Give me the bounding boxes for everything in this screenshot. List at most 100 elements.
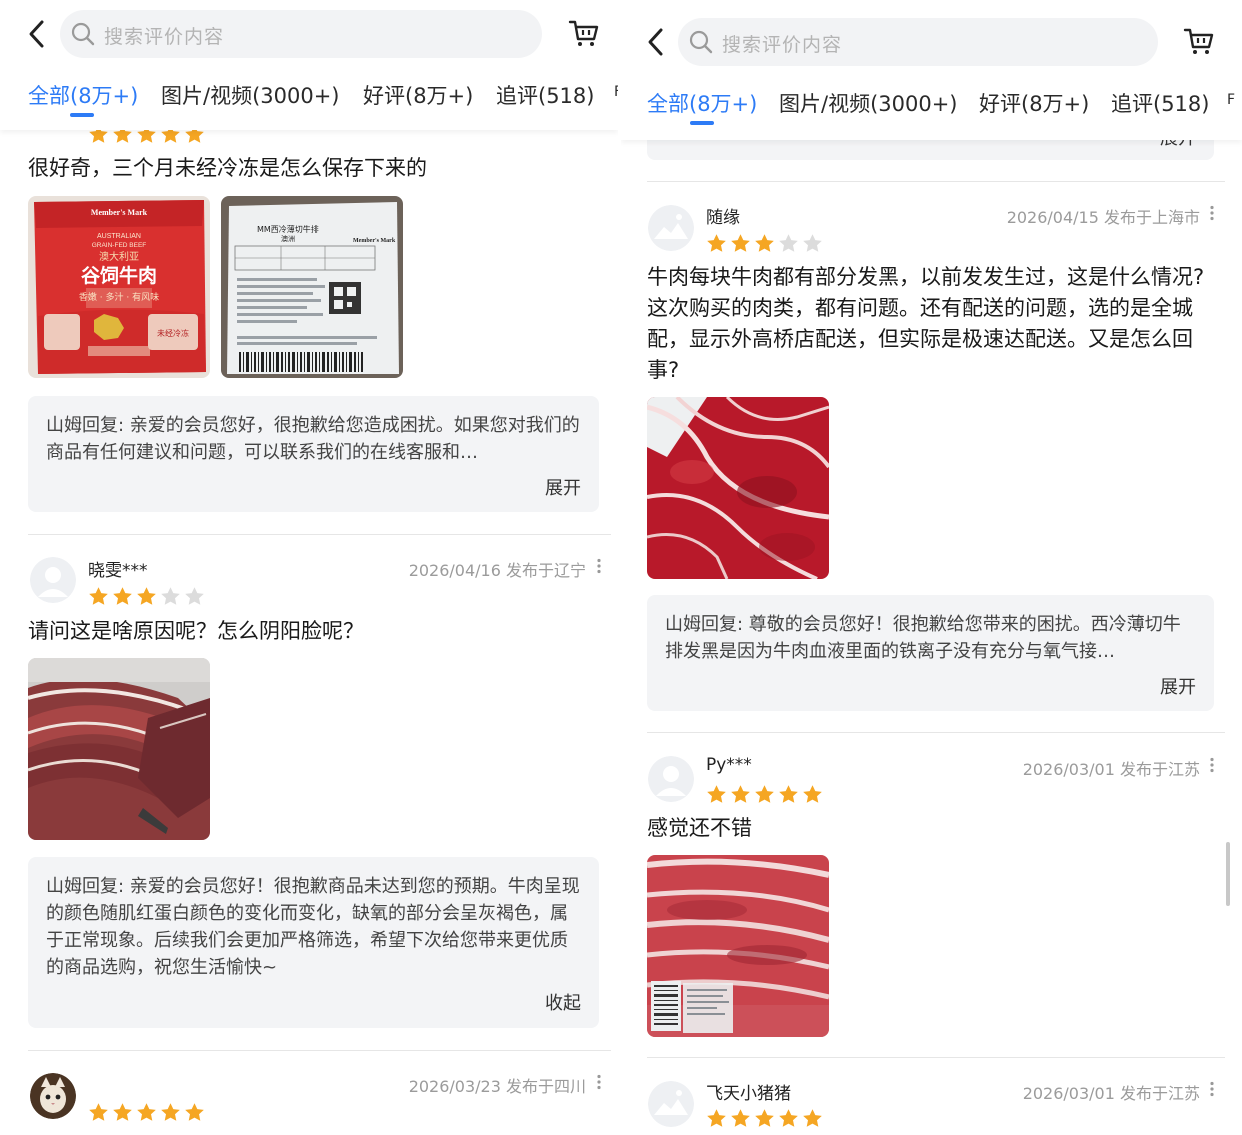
tab-truncated[interactable]: F [614, 84, 618, 100]
expand-reply-button[interactable]: 展开 [545, 474, 581, 500]
review-photo-meat[interactable] [647, 397, 829, 579]
review-photo-meat[interactable] [28, 658, 210, 840]
star-icon [137, 587, 156, 605]
left-screenshot: 搜索评价内容 全部(8万+) 图片/视频(3000+) 好评(8万+) 追评(5… [0, 0, 618, 1135]
reviewer-name: 晓雯*** [88, 561, 148, 581]
package-label-image: MM西冷薄切牛排 澳洲 Member's Mark [221, 196, 403, 378]
search-placeholder: 搜索评价内容 [722, 34, 843, 56]
review-text: 很好奇，三个月未经冷冻是怎么保存下来的 [28, 156, 427, 180]
package-brand: Member's Mark [91, 208, 148, 217]
reply-text: 山姆回复: 亲爱的会员您好！很抱歉商品未达到您的预期。牛肉呈现的颜色随肌红蛋白颜… [46, 876, 580, 978]
review-photo-package[interactable]: Member's Mark AUSTRALIAN GRAIN-FED BEEF … [28, 196, 210, 378]
avatar[interactable] [30, 1073, 76, 1119]
label-line: 澳洲 [281, 234, 295, 243]
tab-photos-videos[interactable]: 图片/视频(3000+) [161, 80, 340, 110]
tab-all[interactable]: 全部(8万+) [28, 80, 138, 110]
review-photo-label[interactable]: MM西冷薄切牛排 澳洲 Member's Mark [221, 196, 403, 378]
review-photo-meat[interactable] [647, 855, 829, 1037]
star-rating [88, 586, 205, 607]
beef-package-image: Member's Mark AUSTRALIAN GRAIN-FED BEEF … [28, 196, 210, 378]
review-header: 搜索评价内容 全部(8万+) 图片/视频(3000+) 好评(8万+) 追评(5… [621, 0, 1242, 140]
star-icon [185, 587, 204, 605]
package-line: 未经冷冻 [157, 328, 189, 338]
star-icon [161, 587, 180, 605]
reviewer-name: 飞天小猪猪 [706, 1084, 791, 1104]
reviewer-name: 随缘 [706, 208, 740, 228]
star-rating [706, 1108, 823, 1129]
cart-icon[interactable] [1183, 26, 1215, 56]
review-text: 感觉还不错 [647, 816, 752, 840]
merchant-reply: 山姆回复: 亲爱的会员您好，很抱歉给您造成困扰。如果您对我们的商品有任何建议和问… [28, 396, 599, 512]
search-input[interactable]: 搜索评价内容 [60, 10, 542, 58]
review-date-location: 2026/03/01 发布于江苏 [1022, 760, 1200, 779]
package-line: GRAIN-FED BEEF [92, 242, 147, 249]
cart-icon[interactable] [568, 18, 600, 48]
tab-positive[interactable]: 好评(8万+) [363, 80, 473, 110]
avatar-placeholder-icon [648, 756, 694, 802]
star-icon [755, 1109, 774, 1127]
review-date-location: 2026/04/15 发布于上海市 [1006, 208, 1200, 227]
more-icon[interactable] [596, 558, 602, 574]
star-icon [707, 234, 726, 252]
scrollbar[interactable] [1226, 842, 1230, 906]
star-icon [803, 1109, 822, 1127]
tab-positive[interactable]: 好评(8万+) [979, 88, 1089, 118]
star-icon [137, 1103, 156, 1121]
star-icon [779, 234, 798, 252]
package-line: 香嫩 · 多汁 · 有风味 [79, 291, 159, 303]
star-icon [803, 785, 822, 803]
star-rating [706, 233, 823, 254]
package-line: 澳大利亚 [99, 250, 139, 263]
review-date-location: 2026/03/01 发布于江苏 [1022, 1084, 1200, 1103]
star-icon [755, 234, 774, 252]
more-icon[interactable] [1209, 1081, 1215, 1097]
review-divider [28, 534, 611, 535]
avatar-cat-image [30, 1073, 76, 1119]
beef-package-image [647, 855, 829, 1037]
review-date-location: 2026/03/23 发布于四川 [408, 1077, 586, 1096]
star-rating [88, 1102, 205, 1123]
reply-text: 山姆回复: 亲爱的会员您好，很抱歉给您造成困扰。如果您对我们的商品有任何建议和问… [46, 415, 580, 463]
star-icon [731, 785, 750, 803]
expand-reply-button[interactable]: 展开 [1160, 673, 1196, 699]
more-icon[interactable] [1209, 205, 1215, 221]
reply-text: 山姆回复: 尊敬的会员您好！很抱歉给您带来的困扰。西冷薄切牛排发黑是因为牛肉血液… [665, 614, 1181, 662]
tab-follow-up[interactable]: 追评(518) [496, 80, 594, 110]
review-header: 搜索评价内容 全部(8万+) 图片/视频(3000+) 好评(8万+) 追评(5… [0, 0, 618, 130]
avatar[interactable] [648, 756, 694, 802]
star-icon [707, 785, 726, 803]
collapse-reply-button[interactable]: 收起 [545, 989, 581, 1015]
review-divider [28, 1050, 611, 1051]
active-tab-indicator [70, 113, 94, 117]
avatar-placeholder-icon [648, 205, 694, 251]
more-icon[interactable] [596, 1074, 602, 1090]
avatar[interactable] [30, 557, 76, 603]
review-date-location: 2026/04/16 发布于辽宁 [408, 561, 586, 580]
tab-follow-up[interactable]: 追评(518) [1111, 88, 1209, 118]
package-title: 谷饲牛肉 [81, 264, 157, 287]
reviewer-name: Py*** [706, 755, 752, 775]
tab-all[interactable]: 全部(8万+) [647, 88, 757, 118]
tab-photos-videos[interactable]: 图片/视频(3000+) [779, 88, 958, 118]
review-divider [647, 732, 1225, 733]
avatar-placeholder-icon [648, 1081, 694, 1127]
avatar[interactable] [648, 205, 694, 251]
more-icon[interactable] [1209, 757, 1215, 773]
beef-slices-image [28, 658, 210, 840]
merchant-reply: 山姆回复: 尊敬的会员您好！很抱歉给您带来的困扰。西冷薄切牛排发黑是因为牛肉血液… [647, 595, 1214, 711]
tab-truncated[interactable]: F [1227, 92, 1235, 108]
back-icon[interactable] [24, 16, 50, 52]
star-icon [89, 587, 108, 605]
star-icon [113, 587, 132, 605]
search-input[interactable]: 搜索评价内容 [678, 18, 1158, 66]
package-line: AUSTRALIAN [97, 233, 141, 240]
star-icon [731, 1109, 750, 1127]
star-rating [706, 784, 823, 805]
search-icon [71, 22, 95, 46]
star-icon [731, 234, 750, 252]
review-divider [647, 1057, 1225, 1058]
review-divider [647, 181, 1225, 182]
label-line: MM西冷薄切牛排 [257, 224, 319, 234]
back-icon[interactable] [643, 24, 669, 60]
avatar[interactable] [648, 1081, 694, 1127]
